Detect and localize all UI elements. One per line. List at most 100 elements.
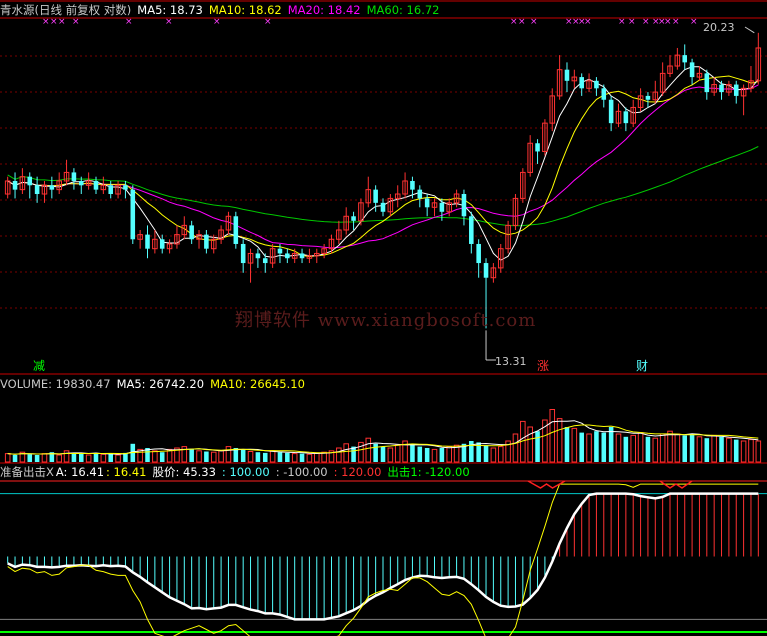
volume-bar (34, 455, 40, 462)
volume-bar (512, 433, 519, 463)
x-marker: × (690, 17, 698, 27)
volume-bar (225, 446, 232, 463)
tag-zhang: 涨 (537, 359, 550, 373)
candle-down (145, 234, 150, 249)
candle-down (424, 198, 430, 208)
volume-bar (748, 439, 754, 463)
candle-down (733, 84, 739, 96)
indicator-panel (0, 480, 767, 636)
ma5-value: MA5: 18.73 (137, 3, 203, 17)
candle-down (380, 202, 386, 212)
candle-down (189, 225, 194, 240)
volume-bar (469, 441, 474, 462)
volume-ma10: MA10: 26645.10 (210, 377, 305, 391)
watermark: 翔博软件 www.xiangbosoft.com (235, 310, 537, 331)
volume-bar (269, 450, 276, 463)
ma10-value: MA10: 18.62 (208, 3, 282, 17)
volume-bars (4, 409, 762, 463)
volume-bar (608, 427, 614, 462)
volume-bar (63, 450, 70, 463)
volume-bar (674, 433, 681, 463)
candle-down (27, 176, 33, 186)
x-marker: × (213, 17, 221, 27)
x-marker: × (628, 17, 636, 27)
volume-bar (667, 430, 673, 463)
x-marker: × (518, 17, 526, 27)
volume-bar (571, 427, 578, 463)
volume-bar (159, 452, 165, 462)
volume-bar (204, 451, 209, 462)
volume-bar (586, 433, 592, 463)
volume-bar (218, 450, 224, 463)
chart-title: 青水源(日线 前复权 对数) (0, 3, 132, 17)
volume-bar (682, 435, 688, 462)
volume-bar (196, 450, 202, 463)
volume-bar (527, 426, 533, 463)
candle-down (351, 216, 356, 221)
candle-down (579, 77, 584, 89)
volume-bar (255, 452, 261, 462)
volume-bar (115, 454, 121, 463)
x-marker: × (42, 17, 50, 27)
candle-down (123, 185, 128, 190)
volume-bar (285, 452, 290, 462)
volume-bar (615, 433, 622, 463)
indicator-m100: : -100.00 (275, 465, 328, 479)
volume-bar (424, 448, 430, 462)
x-marker: × (50, 17, 58, 27)
volume-bar (623, 436, 629, 462)
candle-down (130, 189, 136, 240)
volume-bar (12, 455, 18, 462)
x-marker: × (72, 17, 80, 27)
candle-down (204, 234, 209, 249)
volume-bar (78, 453, 84, 462)
candle-down (285, 253, 290, 259)
ma10-line (7, 75, 759, 258)
volume-bar (410, 443, 415, 462)
candle-down (689, 62, 695, 78)
volume-bar (711, 434, 717, 463)
volume-bar (247, 451, 254, 463)
volume-bar (594, 431, 599, 462)
candle-down (704, 73, 710, 93)
candle-down (439, 202, 445, 212)
volume-bar (659, 433, 666, 463)
volume-bar (41, 453, 48, 463)
x-marker: × (264, 17, 272, 27)
volume-bar (497, 446, 504, 463)
x-marker: × (530, 17, 538, 27)
volume-bar (740, 440, 747, 463)
volume-bar (365, 437, 372, 463)
volume-bar (637, 432, 644, 463)
candle-down (483, 263, 489, 278)
volume-bar (755, 440, 762, 463)
volume-bar (262, 452, 268, 462)
indicator-header: 准备出击X A: 16.41: 16.41 股价: 45.33: 100.00: -… (0, 465, 476, 479)
volume-bar (387, 447, 394, 463)
volume-bar (483, 445, 489, 462)
candle-down (71, 172, 77, 181)
volume-bar (394, 444, 401, 463)
candle-down (461, 194, 467, 217)
high-price-label: 20.23 (703, 21, 735, 34)
candle-down (601, 88, 607, 100)
x-marker: × (584, 17, 592, 27)
volume-bar (490, 447, 497, 463)
volume-bar (27, 454, 33, 462)
tag-cai: 财 (636, 359, 649, 373)
candle-down (594, 80, 599, 89)
ma20-value: MA20: 18.42 (287, 3, 361, 17)
volume-bar (645, 436, 651, 462)
volume-bar (373, 443, 378, 462)
volume-bar (630, 434, 636, 463)
volume-bar (189, 449, 194, 462)
candle-down (277, 248, 283, 254)
volume-bar (277, 452, 283, 462)
indicator-120: : 120.00 (333, 465, 382, 479)
volume-bar (152, 450, 158, 463)
x-marker: × (165, 17, 173, 27)
candle-down (417, 189, 423, 199)
candle-down (373, 189, 378, 203)
candle-down (78, 180, 84, 186)
low-price-label: 13.31 (495, 355, 527, 368)
